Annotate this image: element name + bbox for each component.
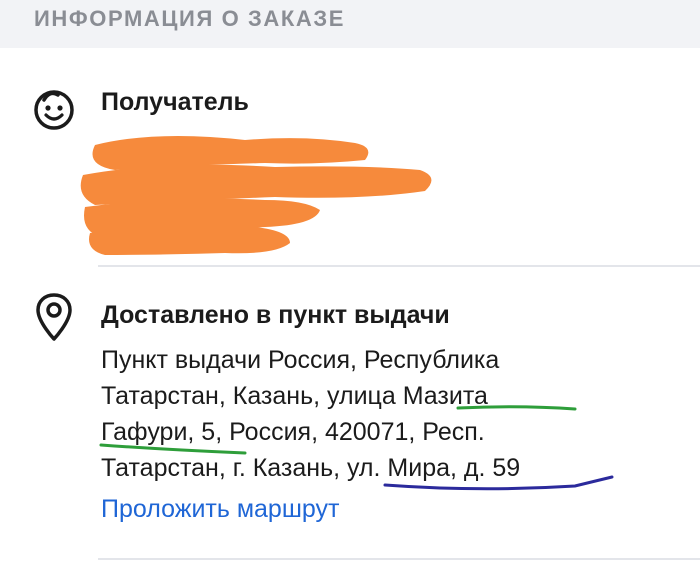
location-pin-icon bbox=[32, 291, 76, 348]
pickup-address: Пункт выдачи Россия, Республика Татарста… bbox=[101, 342, 661, 486]
address-line: Татарстан, Казань, улица Мазита bbox=[101, 382, 488, 410]
address-line: Пункт выдачи Россия, Республика bbox=[101, 346, 500, 374]
route-link[interactable]: Проложить маршрут bbox=[101, 495, 339, 524]
smiley-icon bbox=[30, 86, 78, 139]
address-line: Гафури, 5, Россия, 420071, Респ. bbox=[101, 418, 485, 446]
address-line: Татарстан, г. Казань, ул. Мира, д. 59 bbox=[101, 454, 521, 482]
delivery-status: Доставлено в пункт выдачи bbox=[101, 301, 450, 329]
redaction-scribble bbox=[80, 136, 432, 255]
divider bbox=[98, 558, 700, 560]
recipient-label: Получатель bbox=[101, 88, 249, 116]
section-header: ИНФОРМАЦИЯ О ЗАКАЗЕ bbox=[0, 0, 700, 48]
section-title: ИНФОРМАЦИЯ О ЗАКАЗЕ bbox=[34, 6, 346, 31]
